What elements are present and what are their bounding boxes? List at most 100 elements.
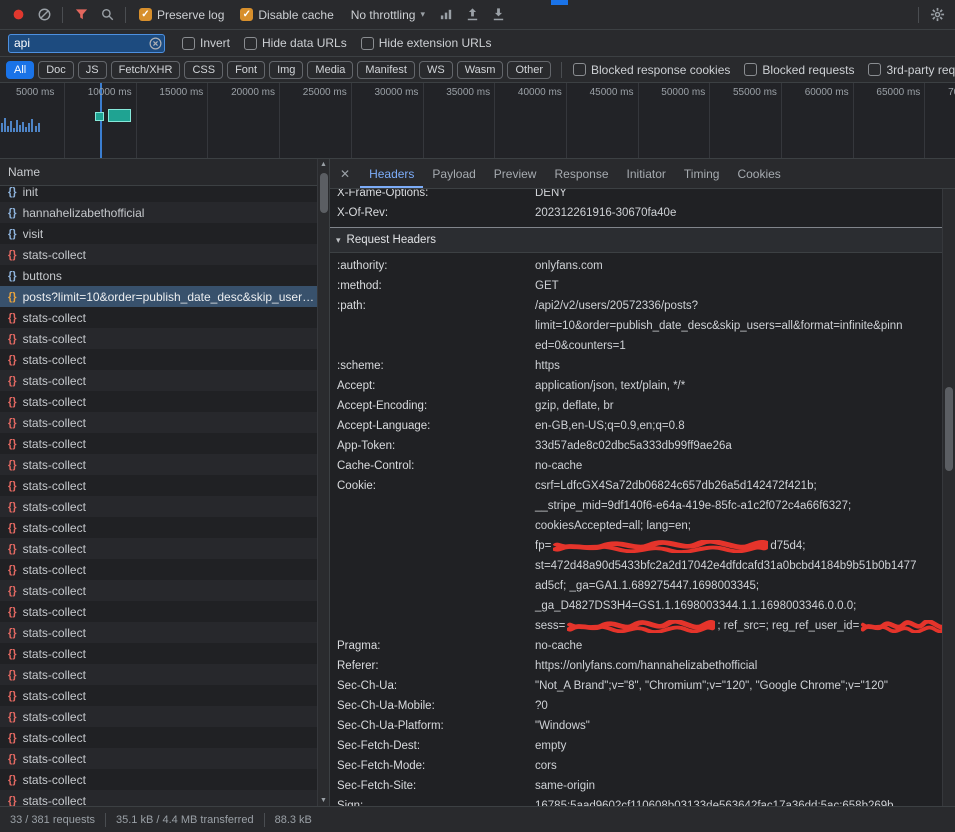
timeline-gridline bbox=[64, 83, 65, 158]
timeline-gridline bbox=[207, 83, 208, 158]
header-value-line: "Not_A Brand";v="8", "Chromium";v="120",… bbox=[535, 676, 942, 696]
filter-option-invert[interactable]: Invert bbox=[182, 36, 230, 50]
header-text: st=472d48a90d5433bfc2a2d17042e4dfdcafd31… bbox=[535, 556, 916, 576]
request-row[interactable]: {}stats-collect bbox=[0, 244, 317, 265]
scroll-down-icon[interactable]: ▼ bbox=[318, 797, 329, 804]
clear-button[interactable] bbox=[32, 3, 56, 27]
search-button[interactable] bbox=[95, 3, 119, 27]
timeline-gridline bbox=[638, 83, 639, 158]
status-item: 35.1 kB / 4.4 MB transferred bbox=[116, 814, 254, 826]
request-row[interactable]: {}stats-collect bbox=[0, 475, 317, 496]
request-row[interactable]: {}stats-collect bbox=[0, 307, 317, 328]
scroll-up-icon[interactable]: ▲ bbox=[318, 161, 329, 168]
request-row[interactable]: {}stats-collect bbox=[0, 748, 317, 769]
request-row[interactable]: {}stats-collect bbox=[0, 601, 317, 622]
request-row[interactable]: {}stats-collect bbox=[0, 391, 317, 412]
request-row[interactable]: {}stats-collect bbox=[0, 727, 317, 748]
header-value: no-cache bbox=[535, 636, 942, 656]
filter-option-blocked-requests[interactable]: Blocked requests bbox=[744, 63, 854, 77]
header-row: :scheme:https bbox=[330, 356, 942, 376]
type-filter-all[interactable]: All bbox=[6, 61, 34, 79]
tab-response[interactable]: Response bbox=[545, 159, 617, 188]
request-row[interactable]: {}stats-collect bbox=[0, 412, 317, 433]
scrollbar-thumb[interactable] bbox=[945, 387, 953, 471]
request-row[interactable]: {}stats-collect bbox=[0, 328, 317, 349]
checkbox-unchecked-icon bbox=[182, 37, 195, 50]
record-button[interactable] bbox=[6, 3, 30, 27]
request-row[interactable]: {}stats-collect bbox=[0, 349, 317, 370]
type-filter-fetch-xhr[interactable]: Fetch/XHR bbox=[111, 61, 181, 79]
header-text: GET bbox=[535, 276, 559, 296]
request-row[interactable]: {}stats-collect bbox=[0, 517, 317, 538]
request-headers-section[interactable]: ▾ Request Headers bbox=[330, 227, 942, 253]
type-filter-font[interactable]: Font bbox=[227, 61, 265, 79]
tab-preview[interactable]: Preview bbox=[485, 159, 546, 188]
type-filter-manifest[interactable]: Manifest bbox=[357, 61, 415, 79]
redaction-scribble bbox=[553, 540, 768, 553]
close-icon[interactable]: ✕ bbox=[340, 167, 350, 181]
timeline-gridline bbox=[924, 83, 925, 158]
request-row[interactable]: {}stats-collect bbox=[0, 454, 317, 475]
tab-timing[interactable]: Timing bbox=[675, 159, 729, 188]
timeline-tick: 5000 ms bbox=[16, 87, 54, 98]
request-row[interactable]: {}stats-collect bbox=[0, 685, 317, 706]
type-filter-ws[interactable]: WS bbox=[419, 61, 453, 79]
scrollbar-thumb[interactable] bbox=[320, 173, 328, 213]
type-filter-wasm[interactable]: Wasm bbox=[457, 61, 504, 79]
request-row[interactable]: {}stats-collect bbox=[0, 643, 317, 664]
header-row: Referer:https://onlyfans.com/hannaheliza… bbox=[330, 656, 942, 676]
request-row[interactable]: {}stats-collect bbox=[0, 664, 317, 685]
export-har-button[interactable] bbox=[461, 3, 485, 27]
type-filter-other[interactable]: Other bbox=[507, 61, 551, 79]
checkbox-unchecked-icon bbox=[573, 63, 586, 76]
type-filter-js[interactable]: JS bbox=[78, 61, 107, 79]
filter-option-blocked-response-cookies[interactable]: Blocked response cookies bbox=[573, 63, 730, 77]
disable-cache-checkbox[interactable]: ✓ Disable cache bbox=[240, 8, 333, 22]
header-value-line: https://onlyfans.com/hannahelizabethoffi… bbox=[535, 656, 942, 676]
header-text: 33d57ade8c02dbc5a333db99ff9ae26a bbox=[535, 436, 732, 456]
request-row[interactable]: {}stats-collect bbox=[0, 538, 317, 559]
filter-option-hide-data-urls[interactable]: Hide data URLs bbox=[244, 36, 347, 50]
waterfall-bar bbox=[1, 123, 3, 132]
request-row[interactable]: {}stats-collect bbox=[0, 580, 317, 601]
request-row[interactable]: {}stats-collect bbox=[0, 559, 317, 580]
tab-payload[interactable]: Payload bbox=[423, 159, 484, 188]
tab-cookies[interactable]: Cookies bbox=[728, 159, 789, 188]
filter-button[interactable] bbox=[69, 3, 93, 27]
network-conditions-button[interactable] bbox=[435, 3, 459, 27]
header-text: "Not_A Brand";v="8", "Chromium";v="120",… bbox=[535, 676, 888, 696]
filter-option-hide-extension-urls[interactable]: Hide extension URLs bbox=[361, 36, 492, 50]
request-name: stats-collect bbox=[23, 794, 86, 807]
throttling-dropdown[interactable]: No throttling ▾ bbox=[351, 8, 425, 22]
tab-headers[interactable]: Headers bbox=[360, 159, 423, 188]
filter-input[interactable] bbox=[8, 34, 165, 53]
import-har-button[interactable] bbox=[487, 3, 511, 27]
type-filter-media[interactable]: Media bbox=[307, 61, 353, 79]
request-row[interactable]: {}stats-collect bbox=[0, 790, 317, 806]
request-row[interactable]: {}init bbox=[0, 181, 317, 202]
request-row[interactable]: {}visit bbox=[0, 223, 317, 244]
tab-initiator[interactable]: Initiator bbox=[618, 159, 675, 188]
filter-option-3rd-party-requests[interactable]: 3rd-party requests bbox=[868, 63, 955, 77]
header-value-line: sess=; ref_src=; reg_ref_user_id= bbox=[535, 616, 942, 636]
request-row[interactable]: {}stats-collect bbox=[0, 769, 317, 790]
details-scrollbar[interactable] bbox=[942, 189, 955, 806]
request-row[interactable]: {}stats-collect bbox=[0, 370, 317, 391]
request-row[interactable]: {}stats-collect bbox=[0, 706, 317, 727]
type-filter-img[interactable]: Img bbox=[269, 61, 303, 79]
preserve-log-checkbox[interactable]: ✓ Preserve log bbox=[139, 8, 224, 22]
type-filter-doc[interactable]: Doc bbox=[38, 61, 74, 79]
request-row[interactable]: {}buttons bbox=[0, 265, 317, 286]
request-list-scrollbar[interactable]: ▲ ▼ bbox=[317, 159, 329, 806]
request-name: stats-collect bbox=[23, 689, 86, 703]
timeline-tick: 15000 ms bbox=[159, 87, 203, 98]
request-row[interactable]: {}posts?limit=10&order=publish_date_desc… bbox=[0, 286, 317, 307]
request-row[interactable]: {}hannahelizabethofficial bbox=[0, 202, 317, 223]
settings-button[interactable] bbox=[925, 3, 949, 27]
request-row[interactable]: {}stats-collect bbox=[0, 496, 317, 517]
clear-filter-icon[interactable] bbox=[149, 37, 162, 50]
request-row[interactable]: {}stats-collect bbox=[0, 622, 317, 643]
type-filter-css[interactable]: CSS bbox=[184, 61, 223, 79]
timeline-overview[interactable]: 5000 ms10000 ms15000 ms20000 ms25000 ms3… bbox=[0, 83, 955, 159]
request-row[interactable]: {}stats-collect bbox=[0, 433, 317, 454]
